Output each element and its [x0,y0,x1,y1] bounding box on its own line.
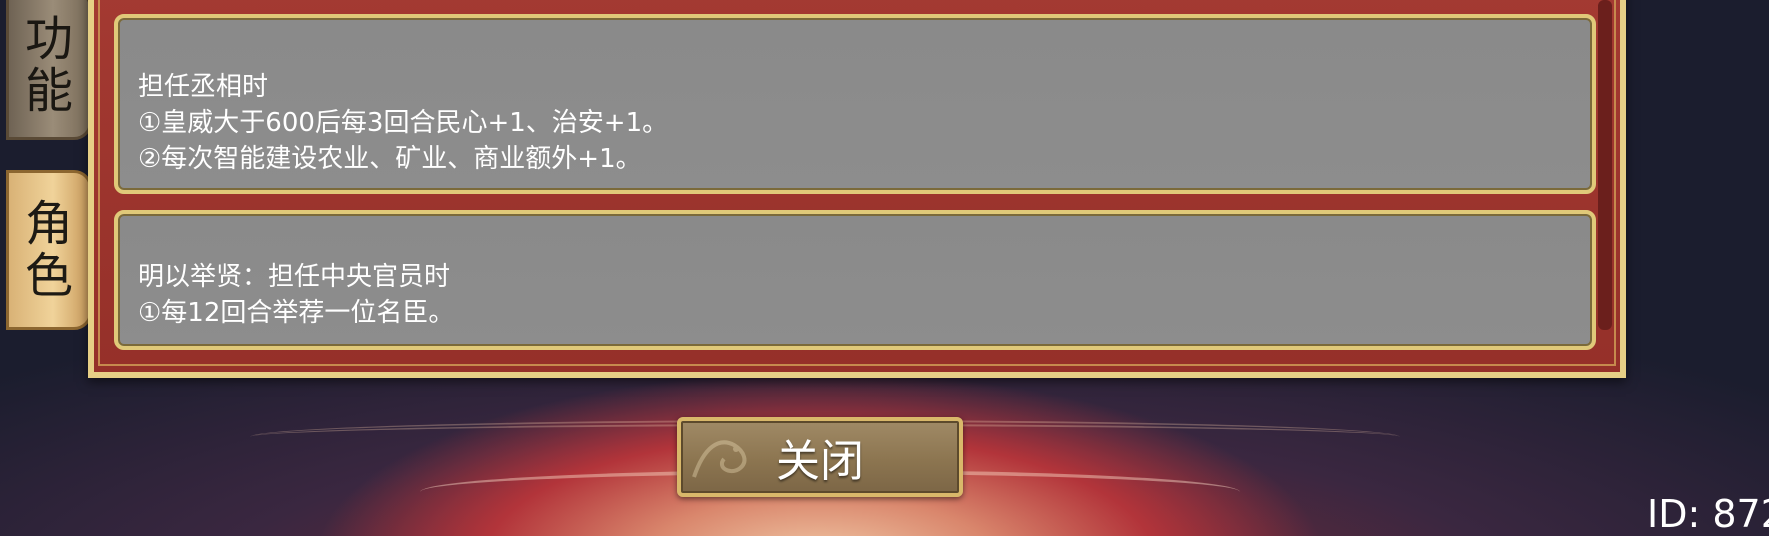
tab-roles[interactable]: 角 色 [6,170,92,330]
tab-roles-char-1: 角 [24,196,73,252]
tab-functions-char-1: 功 [24,11,73,67]
scrollbar[interactable] [1598,0,1612,330]
close-button-label: 关闭 [776,436,864,487]
tab-functions[interactable]: 功 能 [6,0,92,140]
tab-roles-char-2: 色 [24,248,73,304]
close-button[interactable]: 关闭 [677,417,963,497]
player-id: ID: 872 [1647,492,1769,536]
tab-functions-char-2: 能 [24,63,73,119]
skill-entry-line: ①皇威大于600后每3回合民心+1、治安+1。 [138,108,669,138]
dragon-icon [692,440,747,478]
skill-panel: 担任丞相时 ①皇威大于600后每3回合民心+1、治安+1。 ②每次智能建设农业、… [88,0,1626,378]
skill-entry-line: 明以举贤：担任中央官员时 [138,262,451,292]
game-screen: 功 能 角 色 担任丞相时 ①皇威大于600后每3回合民心+1、治安+1。 ②每… [0,0,1769,536]
skill-entry-line: ②每次智能建设农业、矿业、商业额外+1。 [138,144,642,174]
skill-entry: 担任丞相时 ①皇威大于600后每3回合民心+1、治安+1。 ②每次智能建设农业、… [114,14,1596,194]
skill-entry: 明以举贤：担任中央官员时 ①每12回合举荐一位名臣。 [114,210,1596,350]
skill-entry-line: 担任丞相时 [138,72,269,102]
skill-entry-line: ①每12回合举荐一位名臣。 [138,298,455,328]
